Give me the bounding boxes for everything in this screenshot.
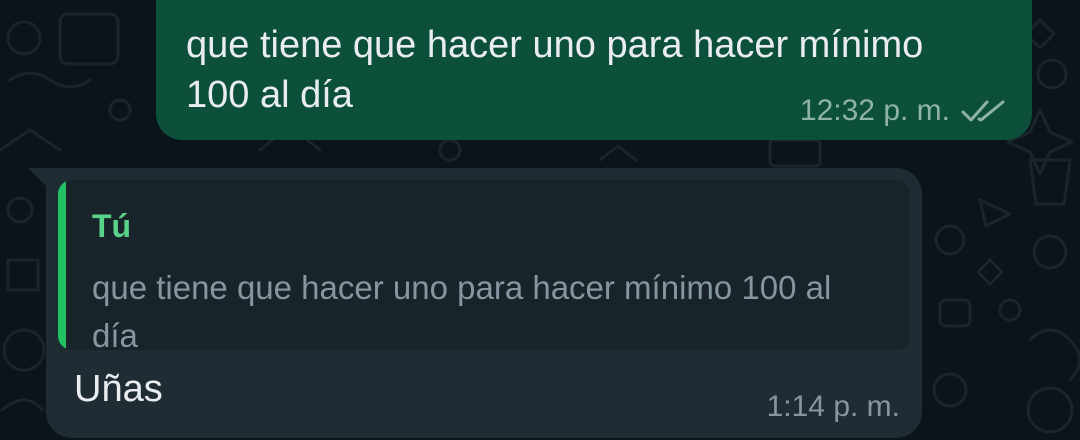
outgoing-message-meta: 12:32 p. m.	[800, 94, 1008, 128]
quoted-message[interactable]: Tú que tiene que hacer uno para hacer mí…	[58, 180, 910, 350]
quote-accent-bar	[58, 180, 66, 350]
bubble-tail-icon	[28, 168, 50, 190]
incoming-message-time: 1:14 p. m.	[766, 390, 900, 423]
incoming-message-text: Uñas	[74, 368, 163, 410]
quoted-author: Tú	[92, 208, 132, 244]
outgoing-message-time: 12:32 p. m.	[799, 94, 950, 127]
outgoing-message[interactable]: que tiene que hacer uno para hacer mínim…	[156, 0, 1032, 140]
incoming-message[interactable]: Tú que tiene que hacer uno para hacer mí…	[28, 168, 922, 438]
double-check-icon	[961, 100, 1005, 122]
quoted-text: que tiene que hacer uno para hacer mínim…	[92, 269, 832, 350]
